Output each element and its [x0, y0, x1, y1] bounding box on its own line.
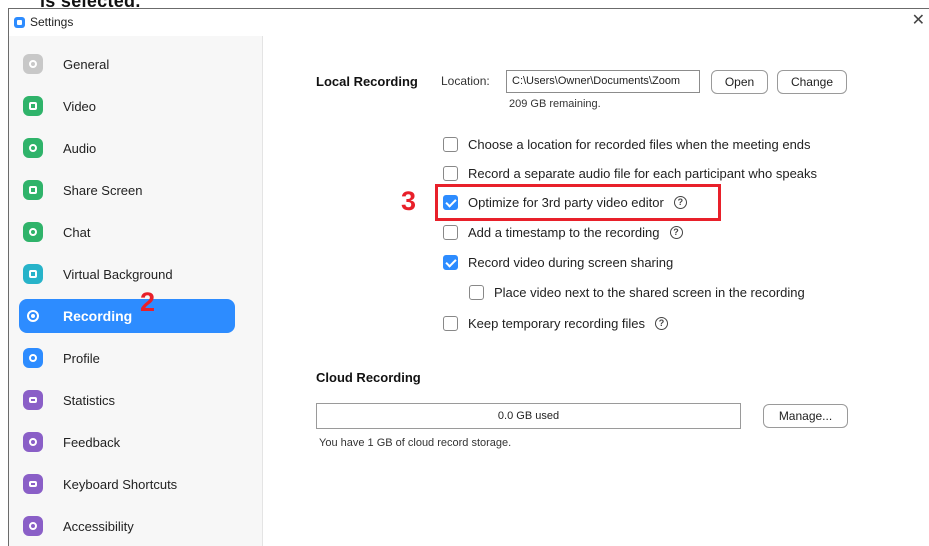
checkbox[interactable]	[443, 224, 458, 240]
option-label: Place video next to the shared screen in…	[494, 284, 805, 300]
remaining-space-text: 209 GB remaining.	[509, 98, 601, 110]
option-label: Record video during screen sharing	[468, 254, 674, 270]
checkbox[interactable]	[443, 136, 458, 152]
cloud-storage-note: You have 1 GB of cloud record storage.	[319, 437, 512, 449]
option-record-video-screen-sharing[interactable]: Record video during screen sharing	[443, 252, 673, 272]
checkbox[interactable]	[469, 284, 484, 300]
step-3-annotation: 3	[401, 186, 417, 216]
manage-button[interactable]: Manage...	[763, 404, 848, 428]
option-label: Add a timestamp to the recording	[468, 224, 660, 240]
option-separate-audio[interactable]: Record a separate audio file for each pa…	[443, 163, 817, 183]
option-label: Record a separate audio file for each pa…	[468, 165, 818, 181]
option-optimize-3rd-party[interactable]: Optimize for 3rd party video editor ?	[443, 192, 687, 212]
page: is selected. Settings ✕ General Video Au…	[0, 0, 929, 546]
help-icon[interactable]: ?	[673, 195, 687, 209]
option-label: Optimize for 3rd party video editor	[468, 194, 664, 210]
help-icon[interactable]: ?	[669, 225, 683, 239]
checkbox-checked[interactable]	[443, 194, 458, 210]
recording-settings-panel: Local Recording Location: C:\Users\Owner…	[0, 0, 929, 546]
option-keep-temp-files[interactable]: Keep temporary recording files ?	[443, 313, 669, 333]
option-label: Keep temporary recording files	[468, 315, 646, 331]
location-path-field[interactable]: C:\Users\Owner\Documents\Zoom	[506, 70, 700, 93]
open-button[interactable]: Open	[711, 70, 768, 94]
checkbox[interactable]	[443, 315, 458, 331]
option-place-video-next[interactable]: Place video next to the shared screen in…	[469, 282, 805, 302]
option-label: Choose a location for recorded files whe…	[468, 136, 811, 152]
option-choose-location[interactable]: Choose a location for recorded files whe…	[443, 134, 811, 154]
option-timestamp[interactable]: Add a timestamp to the recording ?	[443, 222, 683, 242]
checkbox-checked[interactable]	[443, 254, 458, 270]
change-button[interactable]: Change	[777, 70, 847, 94]
help-icon[interactable]: ?	[655, 316, 669, 330]
cloud-usage-bar: 0.0 GB used	[316, 403, 741, 429]
local-recording-title: Local Recording	[316, 74, 418, 89]
cloud-recording-title: Cloud Recording	[316, 370, 421, 385]
location-label: Location:	[441, 74, 490, 88]
checkbox[interactable]	[443, 165, 458, 181]
